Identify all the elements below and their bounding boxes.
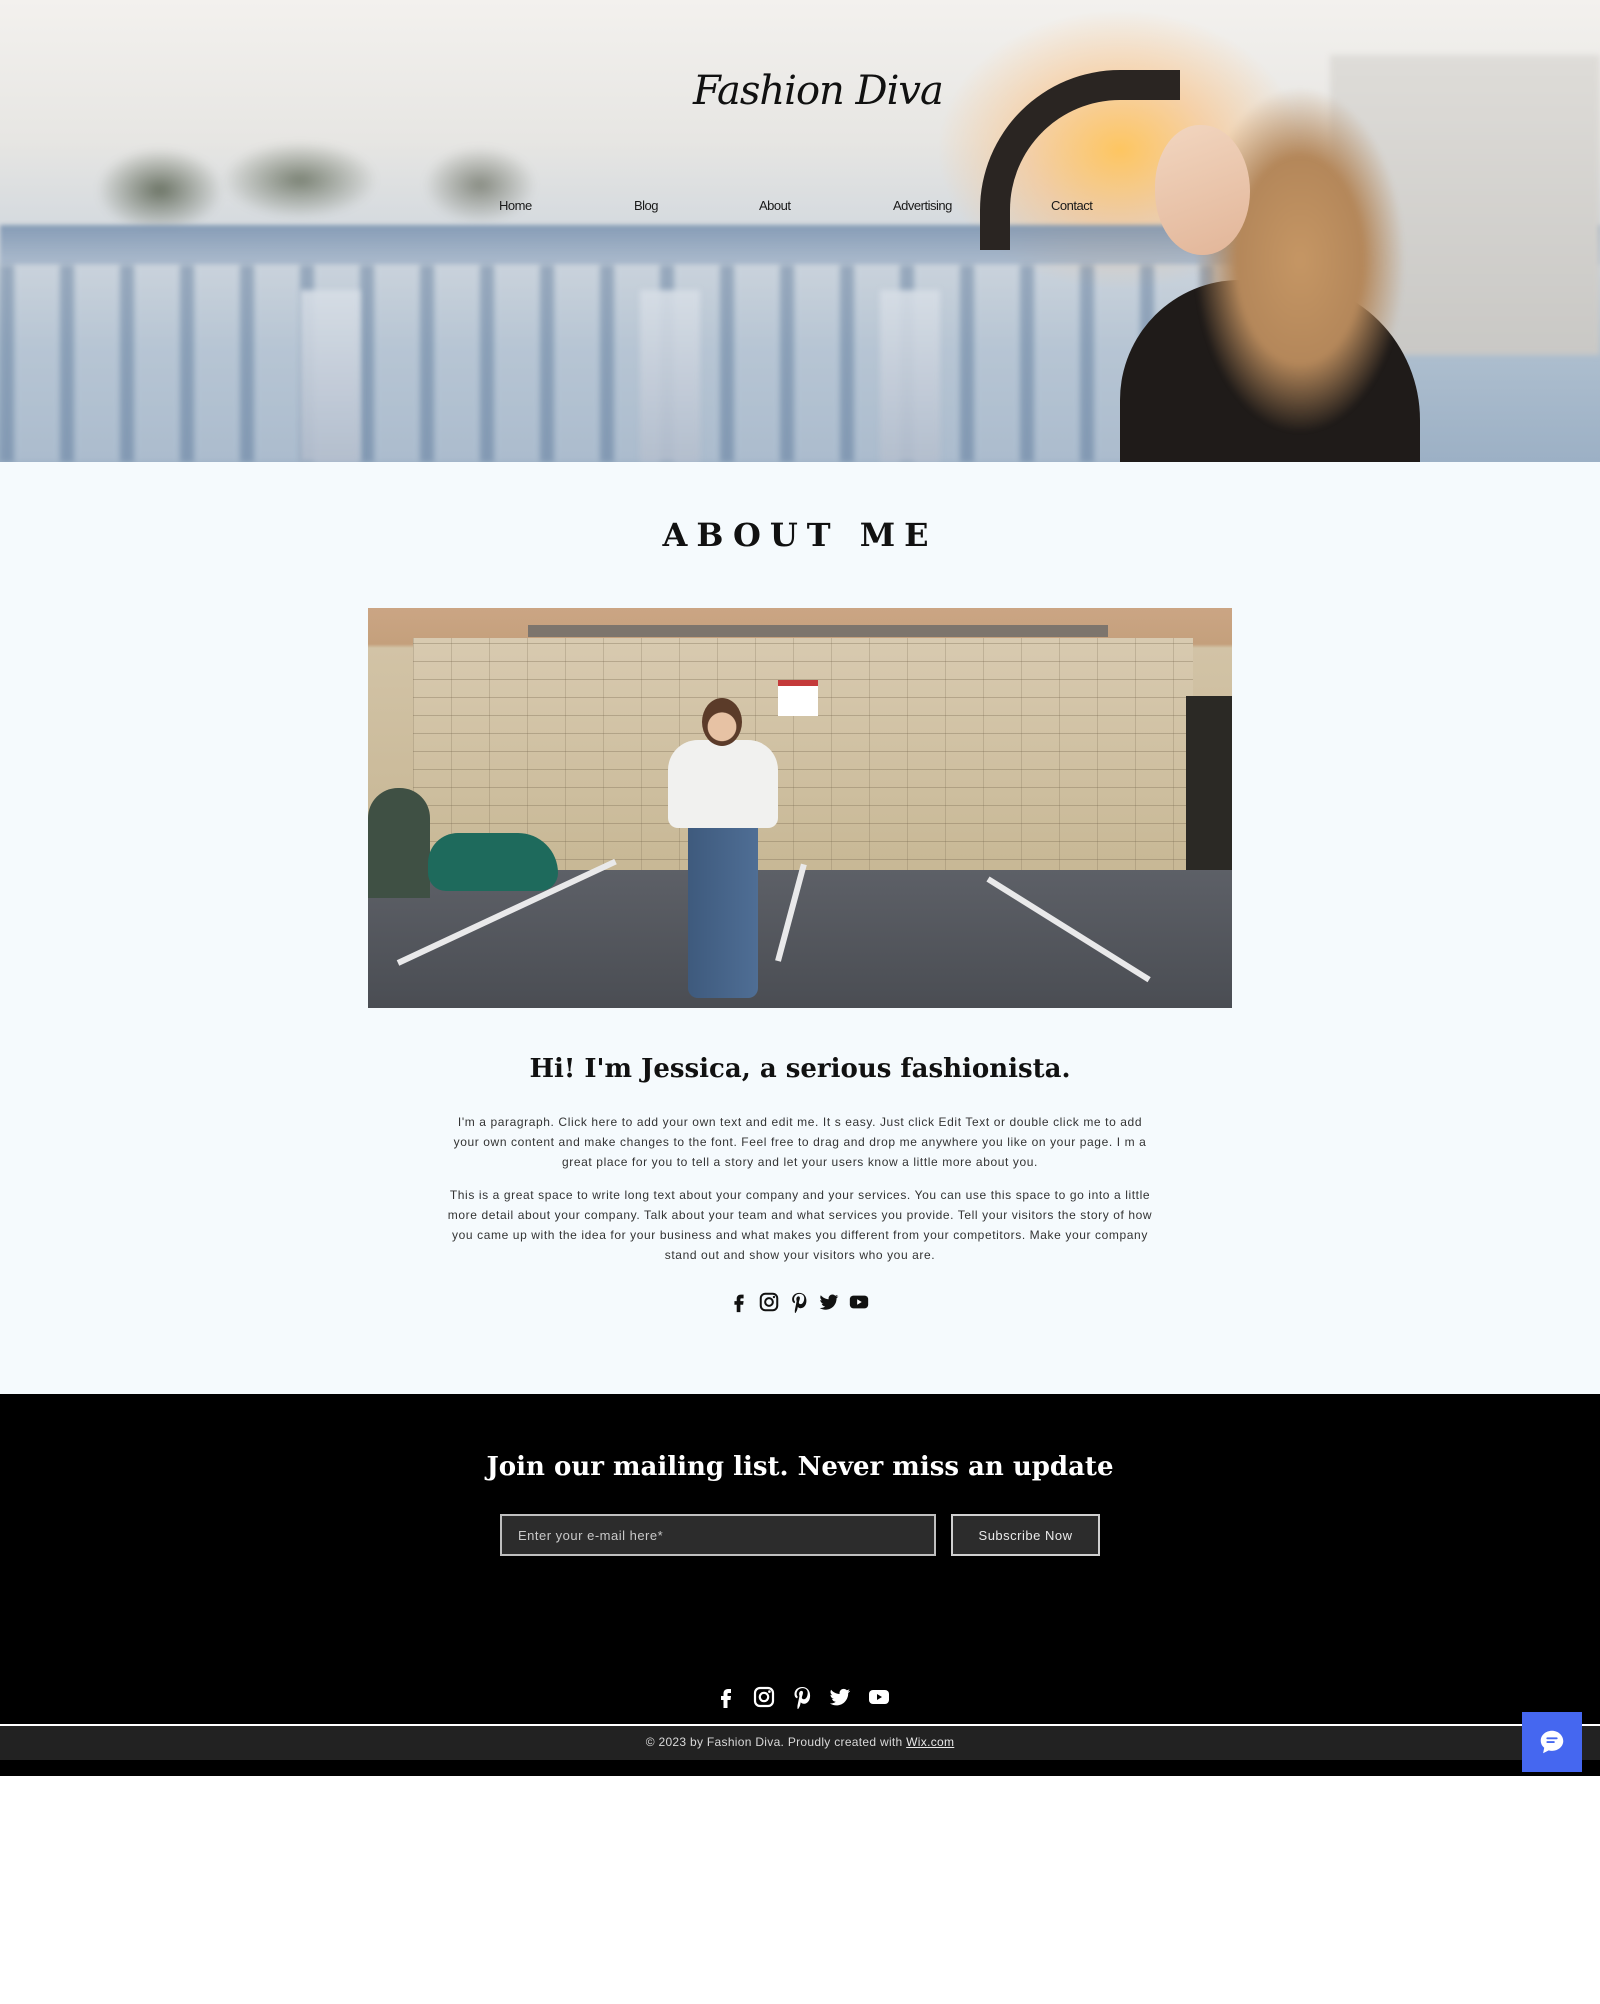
youtube-icon[interactable] bbox=[848, 1291, 870, 1313]
wix-link[interactable]: Wix.com bbox=[906, 1735, 954, 1749]
hero-header: Fashion Diva Home Blog About Advertising… bbox=[0, 0, 1600, 462]
pinterest-icon[interactable] bbox=[790, 1685, 814, 1709]
subscribe-button[interactable]: Subscribe Now bbox=[951, 1514, 1100, 1556]
about-paragraph-2: This is a great space to write long text… bbox=[447, 1188, 1153, 1262]
about-paragraph-1: I'm a paragraph. Click here to add your … bbox=[453, 1115, 1147, 1169]
nav-item-blog[interactable]: Blog bbox=[634, 198, 659, 213]
copyright-text: © 2023 by Fashion Diva. Proudly created … bbox=[0, 1735, 1600, 1749]
email-field[interactable] bbox=[500, 1514, 936, 1556]
about-section: ABOUT ME Hi! I'm Jessica, a serious fash… bbox=[0, 462, 1600, 1394]
youtube-icon[interactable] bbox=[866, 1685, 892, 1709]
hero-background-pillar bbox=[300, 290, 360, 462]
nav-item-contact[interactable]: Contact bbox=[1051, 198, 1093, 213]
newsletter-section: Join our mailing list. Never miss an upd… bbox=[0, 1394, 1600, 1724]
main-nav: Home Blog About Advertising Contact bbox=[0, 198, 1600, 218]
footer-social-bar bbox=[714, 1685, 892, 1709]
photo-scooter bbox=[428, 833, 558, 891]
chat-bubble-icon bbox=[1540, 1730, 1564, 1754]
pinterest-icon[interactable] bbox=[788, 1291, 810, 1313]
twitter-icon[interactable] bbox=[818, 1291, 840, 1313]
photo-parking-sign bbox=[778, 680, 818, 716]
hero-background-pillar bbox=[640, 290, 700, 462]
newsletter-title: Join our mailing list. Never miss an upd… bbox=[486, 1452, 1114, 1482]
instagram-icon[interactable] bbox=[752, 1685, 776, 1709]
facebook-icon[interactable] bbox=[728, 1291, 750, 1313]
about-photo bbox=[368, 608, 1232, 1008]
photo-person-jacket bbox=[668, 740, 778, 828]
chat-button[interactable] bbox=[1522, 1712, 1582, 1772]
twitter-icon[interactable] bbox=[828, 1685, 852, 1709]
about-social-bar bbox=[728, 1291, 870, 1313]
footer-bar: © 2023 by Fashion Diva. Proudly created … bbox=[0, 1726, 1600, 1760]
instagram-icon[interactable] bbox=[758, 1291, 780, 1313]
nav-item-about[interactable]: About bbox=[759, 198, 791, 213]
photo-bush bbox=[368, 788, 430, 898]
photo-person-legs bbox=[688, 818, 758, 998]
site-logo[interactable]: Fashion Diva bbox=[693, 68, 944, 118]
facebook-icon[interactable] bbox=[714, 1685, 738, 1709]
about-heading: Hi! I'm Jessica, a serious fashionista. bbox=[529, 1054, 1071, 1084]
copyright-prefix: © 2023 by Fashion Diva. Proudly created … bbox=[645, 1735, 907, 1749]
photo-roof bbox=[528, 625, 1108, 637]
hero-model-arm bbox=[980, 70, 1180, 250]
nav-item-advertising[interactable]: Advertising bbox=[893, 198, 952, 213]
photo-person-head bbox=[702, 698, 742, 746]
about-title: ABOUT ME bbox=[662, 516, 938, 554]
hero-model-face bbox=[1155, 125, 1250, 255]
footer-bottom-strip bbox=[0, 1760, 1600, 1776]
hero-background-pillar bbox=[880, 290, 940, 462]
photo-door bbox=[1186, 696, 1232, 871]
nav-item-home[interactable]: Home bbox=[499, 198, 532, 213]
